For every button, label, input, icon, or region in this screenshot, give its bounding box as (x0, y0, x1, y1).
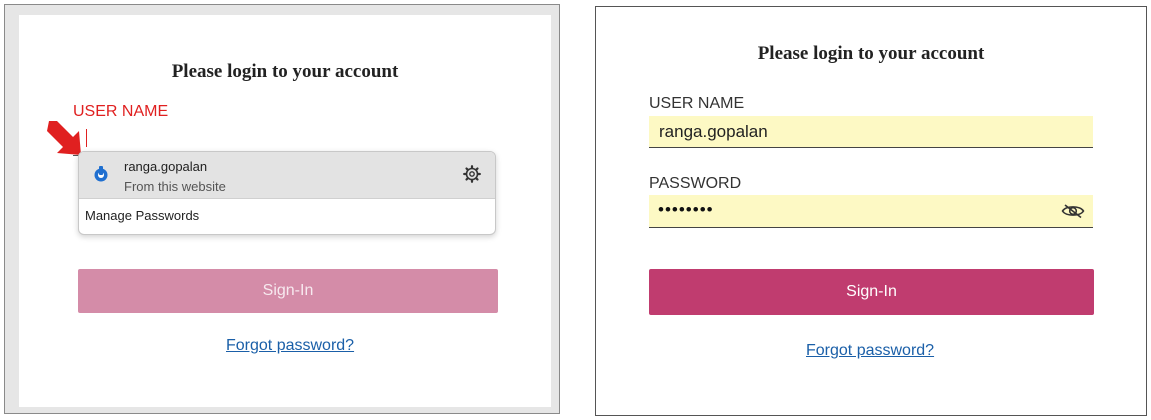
forgot-password-link[interactable]: Forgot password? (226, 337, 354, 355)
autofill-suggestion[interactable]: ranga.gopalan From this website (79, 152, 495, 199)
manage-passwords-item[interactable]: Manage Passwords (85, 208, 199, 223)
username-field[interactable]: ranga.gopalan (649, 116, 1093, 148)
signin-button[interactable]: Sign-In (78, 269, 498, 313)
page-title: Please login to your account (171, 61, 399, 82)
signin-button[interactable]: Sign-In (649, 269, 1094, 315)
password-masked-value: •••••••• (658, 200, 714, 219)
forgot-password-link[interactable]: Forgot password? (806, 342, 934, 360)
password-field[interactable]: •••••••• (649, 195, 1093, 228)
text-cursor (86, 129, 87, 147)
autofill-subtitle: From this website (124, 179, 226, 194)
right-login-card: Please login to your account USER NAME r… (595, 6, 1147, 416)
site-favicon-icon (94, 166, 108, 182)
page-title: Please login to your account (757, 43, 985, 64)
username-value: ranga.gopalan (659, 122, 768, 141)
left-login-card: Please login to your account USER NAME r… (19, 15, 551, 407)
autofill-username: ranga.gopalan (124, 159, 208, 174)
left-screenshot-frame: Please login to your account USER NAME r… (4, 4, 560, 414)
username-label: USER NAME (73, 103, 169, 120)
password-label: PASSWORD (649, 175, 742, 192)
eye-slash-icon[interactable] (1061, 203, 1085, 219)
gear-icon[interactable] (463, 165, 481, 183)
username-label: USER NAME (649, 95, 745, 112)
autofill-dropdown: ranga.gopalan From this website Manage P… (78, 151, 496, 235)
